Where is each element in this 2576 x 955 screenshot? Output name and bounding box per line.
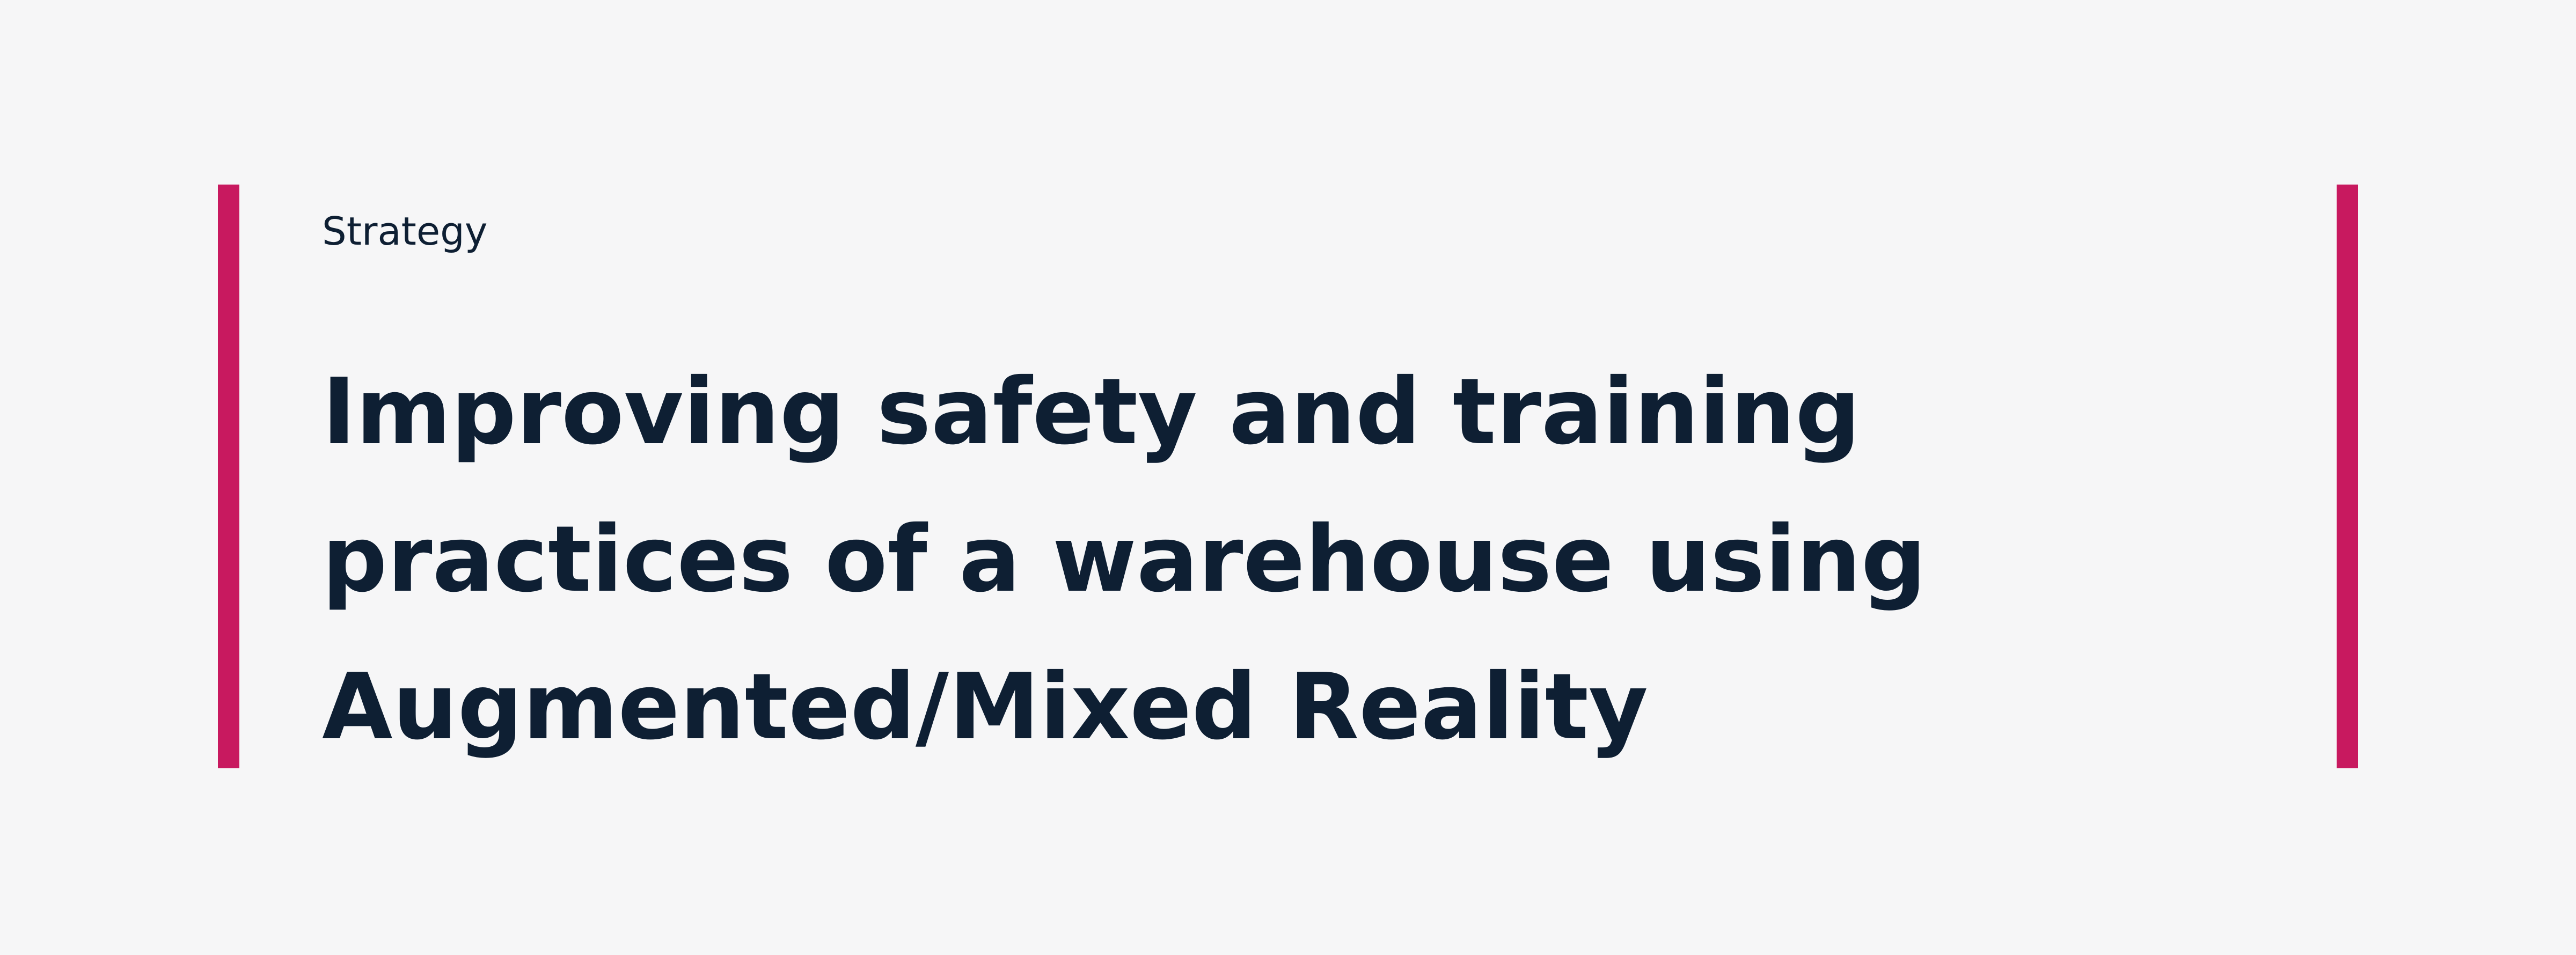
left-accent-bar (218, 185, 239, 768)
hero-content: Strategy Improving safety and training p… (322, 212, 2275, 781)
hero-section: Strategy Improving safety and training p… (0, 0, 2576, 955)
page-title: Improving safety and training practices … (322, 359, 1927, 760)
category-label: Strategy (322, 209, 488, 254)
right-accent-bar (2337, 185, 2358, 768)
